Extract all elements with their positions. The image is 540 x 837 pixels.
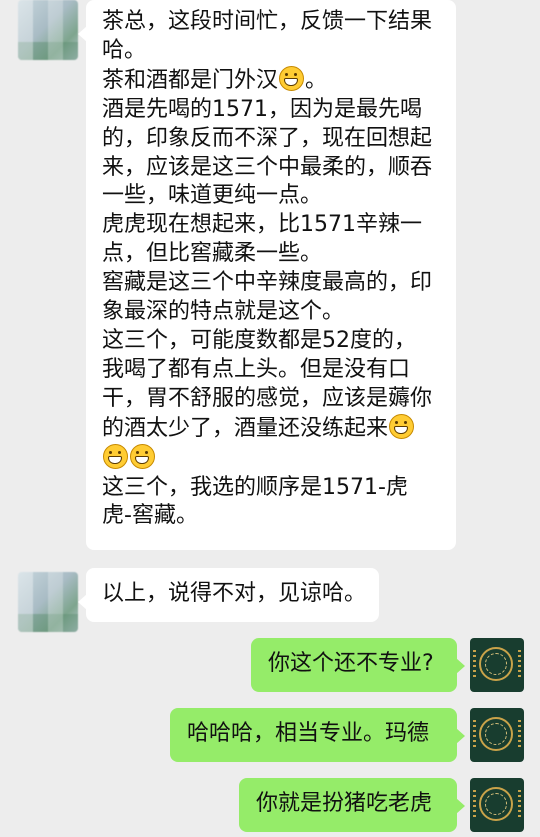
contact-avatar[interactable] [18, 0, 78, 60]
message-bubble[interactable]: 茶总，这段时间忙，反馈一下结果 哈。 茶和酒都是门外汉。 酒是先喝的1571，因… [78, 0, 456, 550]
message-text: 茶和酒都是门外汉 [102, 67, 279, 93]
user-avatar[interactable] [470, 778, 524, 832]
decor-dots [473, 650, 476, 678]
message-line [102, 443, 456, 474]
user-avatar[interactable] [470, 638, 524, 692]
contact-avatar[interactable] [18, 572, 78, 632]
message-line: 一些，味道更纯一点。 [102, 183, 323, 209]
decor-dots [518, 790, 521, 818]
message-line: 虎虎现在想起来，比1571辛辣一 [102, 212, 422, 238]
grin-emoji-icon [389, 413, 415, 439]
message-line: 来，应该是这三个中最柔的，顺吞 [102, 154, 433, 180]
grin-emoji-icon [130, 443, 155, 469]
message-line: 茶总，这段时间忙，反馈一下结果 [102, 9, 433, 34]
message-text: 以上，说得不对，见谅哈。 [102, 581, 367, 606]
grin-emoji-icon [279, 65, 305, 91]
message-line: 的，印象反而不深了，现在回想起 [102, 125, 433, 151]
message-line: 干，胃不舒服的感觉，应该是薅你 [102, 385, 433, 411]
decor-dots [473, 790, 476, 818]
message-line: 我喝了都有点上头。但是没有口 [102, 356, 411, 382]
message-line: 这三个，我选的顺序是1571-虎 [102, 474, 408, 500]
message-line: 这三个，可能度数都是52度的， [102, 327, 416, 353]
logo-emblem-icon [479, 787, 513, 821]
message-text: 你这个还不专业? [268, 651, 434, 676]
message-text: 哈哈哈，相当专业。玛德 [187, 721, 430, 746]
message-text: 你就是扮猪吃老虎 [256, 791, 433, 816]
logo-emblem-icon [479, 647, 513, 681]
logo-emblem-icon [479, 717, 513, 751]
message-line: 虎-窖藏。 [102, 503, 198, 529]
decor-dots [473, 720, 476, 748]
message-bubble[interactable]: 你这个还不专业? [251, 638, 465, 692]
message-line: 点，但比窖藏柔一些。 [102, 241, 323, 267]
message-bubble[interactable]: 你就是扮猪吃老虎 [239, 778, 465, 832]
message-text: 。 [305, 67, 328, 93]
message-bubble[interactable]: 以上，说得不对，见谅哈。 [78, 568, 379, 622]
decor-dots [518, 720, 521, 748]
message-line: 窖藏是这三个中辛辣度最高的，印 [102, 270, 433, 296]
message-line: 的酒太少了，酒量还没练起来 [102, 413, 456, 444]
decor-dots [518, 650, 521, 678]
message-line: 酒是先喝的1571，因为是最先喝 [102, 96, 422, 122]
grin-emoji-icon [103, 443, 128, 469]
message-line: 象最深的特点就是这个。 [102, 299, 345, 325]
message-bubble[interactable]: 哈哈哈，相当专业。玛德 [170, 708, 465, 762]
message-line: 茶和酒都是门外汉。 [102, 65, 456, 96]
message-text: 的酒太少了，酒量还没练起来 [102, 415, 389, 441]
user-avatar[interactable] [470, 708, 524, 762]
message-line: 哈。 [102, 37, 147, 63]
